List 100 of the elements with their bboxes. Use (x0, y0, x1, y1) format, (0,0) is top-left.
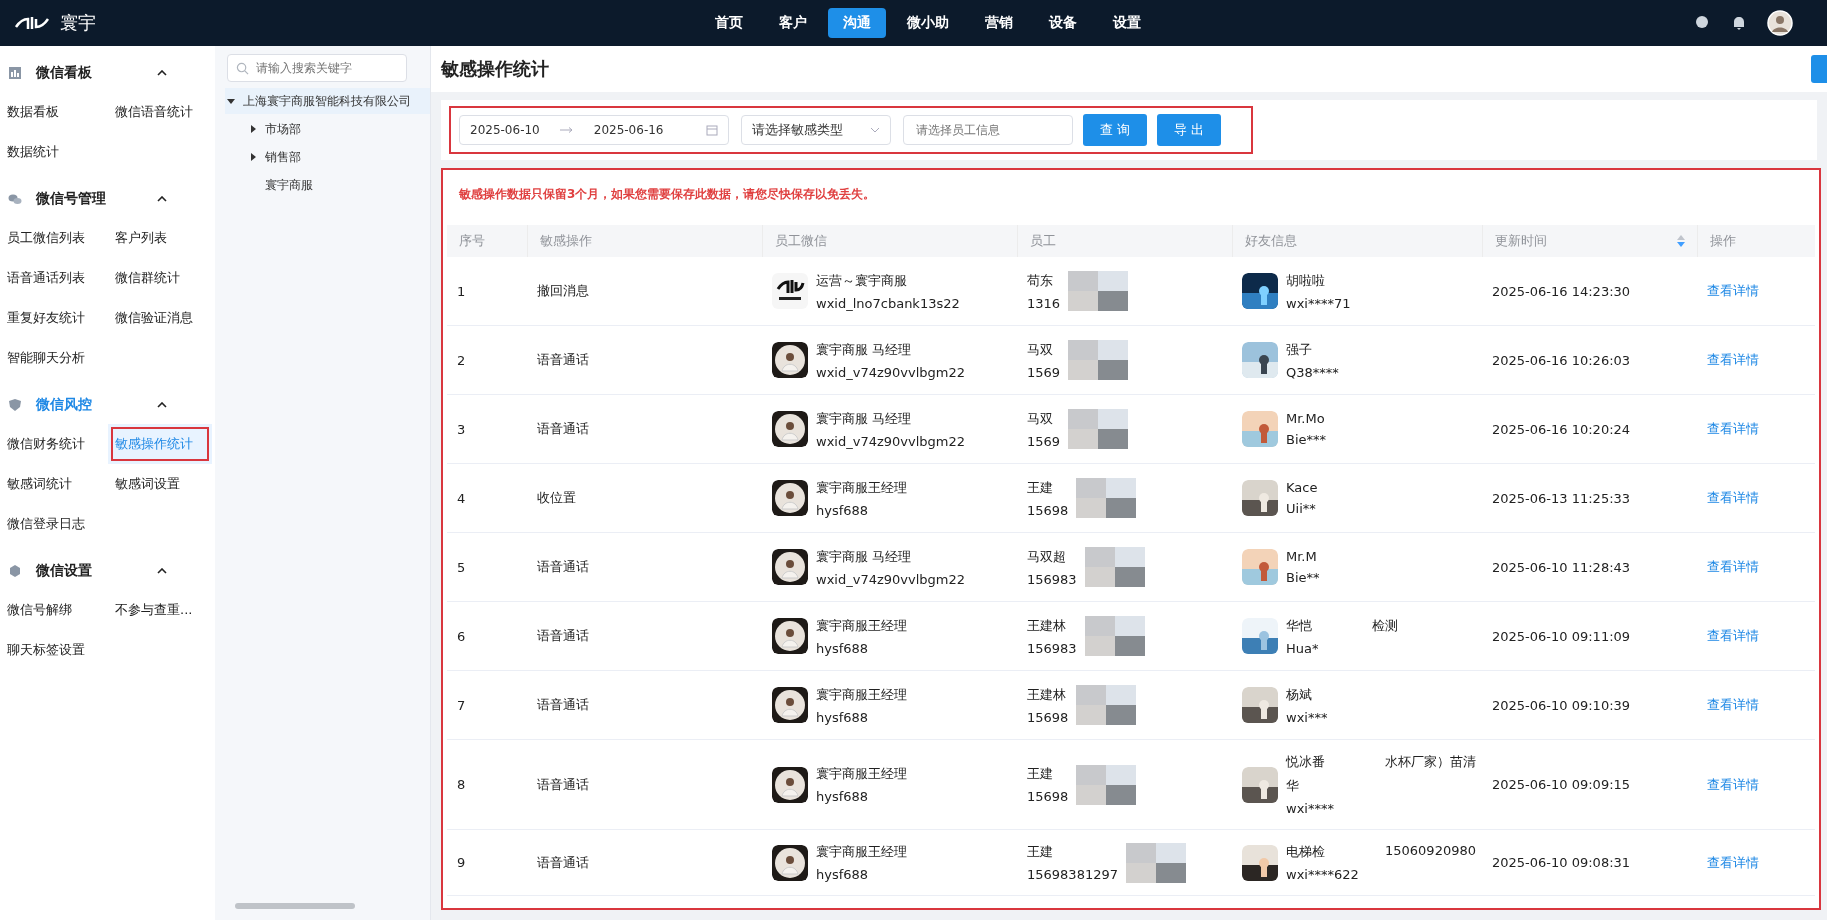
sort-icon[interactable] (1677, 235, 1685, 247)
wechat-id: hysf688 (816, 709, 870, 725)
menu-item[interactable]: 重复好友统计 (0, 298, 108, 338)
phone-number: 15698 (1027, 502, 1069, 518)
employee-name: 马双超 (1027, 547, 1067, 566)
menu-item[interactable]: 敏感词统计 (0, 464, 108, 504)
column-header: 员工 (1030, 232, 1056, 250)
table-cell: 2025-06-16 10:20:24 (1492, 421, 1631, 437)
tree-node[interactable]: 寰宇商服 (247, 172, 430, 198)
gear-icon (8, 564, 22, 578)
table-cell: 5 (457, 559, 466, 575)
menu-item[interactable]: 数据统计 (0, 132, 108, 172)
table-cell: 1 (457, 283, 466, 299)
nav-tab[interactable]: 设备 (1034, 8, 1092, 38)
wechat-id: hysf688 (816, 867, 870, 882)
avatar-icon[interactable] (1767, 10, 1793, 36)
phone-number: 15698 (1027, 709, 1069, 725)
menu-item[interactable]: 员工微信列表 (0, 218, 108, 258)
caret-icon[interactable] (249, 125, 257, 133)
employee-name: 寰宇商服 马经理 (816, 547, 913, 566)
menu-item[interactable]: 不参与查重... (108, 590, 212, 630)
friend-name: 华 (1286, 777, 1300, 795)
caret-icon[interactable] (227, 97, 235, 105)
employee-name: 马双 (1027, 409, 1054, 428)
friend-name: 胡啦啦 (1286, 271, 1325, 290)
phone-number: 1569 (1027, 433, 1061, 449)
node-label: 寰宇商服 (265, 176, 313, 194)
details-link[interactable]: 查看详情 (1707, 351, 1759, 369)
nav-tab[interactable]: 微小助 (892, 8, 964, 38)
details-link[interactable]: 查看详情 (1707, 282, 1759, 300)
notice-text: 敏感操作数据只保留3个月，如果您需要保存此数据，请您尽快保存以免丢失。 (459, 186, 877, 203)
table-cell: 2025-06-13 11:25:33 (1492, 490, 1631, 506)
tree-node[interactable]: 上海寰宇商服智能科技有限公司 (225, 88, 430, 114)
chevron-icon[interactable] (157, 196, 167, 202)
details-link[interactable]: 查看详情 (1707, 420, 1759, 438)
node-label: 市场部 (265, 120, 301, 138)
section-title[interactable]: 微信设置 (36, 562, 143, 580)
details-link[interactable]: 查看详情 (1707, 696, 1759, 714)
menu-item[interactable]: 微信语音统计 (108, 92, 212, 132)
table-cell: 2025-06-10 09:10:39 (1492, 697, 1631, 713)
caret-icon[interactable] (249, 153, 257, 161)
table-cell: 9 (457, 855, 466, 870)
table-cell: 收位置 (537, 489, 576, 507)
menu-item[interactable]: 智能聊天分析 (0, 338, 108, 378)
details-link[interactable]: 查看详情 (1707, 853, 1759, 872)
friend-name: 检测 (1372, 616, 1398, 635)
wechat-id: hysf688 (816, 789, 870, 804)
details-link[interactable]: 查看详情 (1707, 489, 1759, 507)
mosaic-patch (1076, 764, 1137, 805)
mosaic-patch (1076, 478, 1137, 518)
employee-field[interactable]: 请选择员工信息 (903, 115, 1073, 145)
table-cell: 语音通话 (537, 420, 589, 438)
table-cell: 2025-06-16 14:23:30 (1492, 283, 1631, 299)
employee-name: 王建 (1027, 843, 1054, 861)
tree-node[interactable]: 市场部 (247, 116, 430, 142)
wechat-id: wxi****71 (1286, 295, 1351, 311)
column-header: 好友信息 (1245, 232, 1297, 250)
friend-name: 水杯厂家）苗清 (1385, 753, 1476, 771)
menu-item[interactable]: 微信登录日志 (0, 504, 108, 544)
column-header: 员工微信 (775, 232, 827, 250)
employee-name: 苟东 (1027, 271, 1054, 290)
details-link[interactable]: 查看详情 (1707, 775, 1759, 794)
friend-name: 悦冰番 (1286, 753, 1325, 771)
nav-tab[interactable]: 营销 (970, 8, 1028, 38)
type-select[interactable]: 请选择敏感类型 (741, 115, 891, 145)
details-link[interactable]: 查看详情 (1707, 627, 1759, 645)
nav-tab[interactable]: 客户 (764, 8, 822, 38)
menu-item[interactable]: 微信群统计 (108, 258, 212, 298)
table-cell: 2 (457, 352, 466, 368)
chevron-icon[interactable] (157, 568, 167, 574)
column-header: 序号 (459, 232, 485, 250)
chat-icon (8, 192, 22, 206)
bell-icon[interactable] (1731, 15, 1747, 31)
friend-name: Kace (1286, 480, 1318, 495)
date-range-field[interactable]: 2025-06-10 2025-06-16 (459, 115, 729, 145)
table-cell: 撤回消息 (537, 282, 589, 300)
wechat-id: hysf688 (816, 640, 870, 656)
menu-item[interactable]: 微信财务统计 (0, 424, 108, 464)
mosaic-patch (1084, 616, 1145, 656)
tree-node[interactable]: 销售部 (247, 144, 430, 170)
section-title[interactable]: 微信号管理 (36, 190, 143, 208)
nav-tab[interactable]: 首页 (700, 8, 758, 38)
search-field[interactable]: 请输入搜索关键字 (227, 54, 407, 82)
menu-item[interactable]: 微信号解绑 (0, 590, 108, 630)
table-cell: 3 (457, 421, 466, 437)
menu-item[interactable]: 聊天标签设置 (0, 630, 108, 670)
wechat-id: Bie*** (1286, 432, 1327, 447)
nav-tab[interactable]: 设置 (1098, 8, 1156, 38)
friend-name: 强子 (1286, 340, 1312, 359)
menu-item[interactable]: 客户列表 (108, 218, 212, 258)
menu-item[interactable]: 数据看板 (0, 92, 108, 132)
chevron-icon[interactable] (157, 402, 167, 408)
menu-item[interactable]: 敏感词设置 (108, 464, 212, 504)
section-title[interactable]: 微信看板 (36, 64, 143, 82)
chevron-icon[interactable] (157, 70, 167, 76)
shield-icon (8, 398, 22, 412)
details-link[interactable]: 查看详情 (1707, 558, 1759, 576)
section-title[interactable]: 微信风控 (36, 396, 143, 414)
menu-item[interactable]: 微信验证消息 (108, 298, 212, 338)
menu-item[interactable]: 语音通话列表 (0, 258, 108, 298)
